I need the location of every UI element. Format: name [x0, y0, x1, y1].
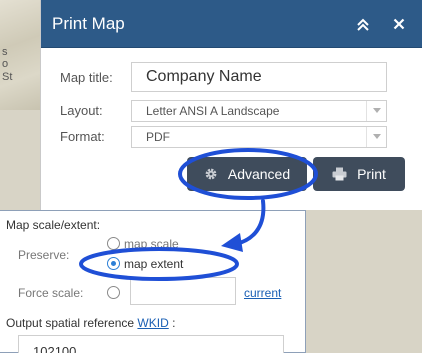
- map-scale-radio[interactable]: [107, 237, 120, 250]
- panel-header: Print Map: [41, 0, 422, 48]
- map-extent-option-label[interactable]: map extent: [124, 257, 183, 271]
- print-button[interactable]: Print: [313, 157, 405, 191]
- advanced-options-popup: Map scale/extent: Preserve: map scale ma…: [0, 210, 306, 353]
- output-sr-text: Output spatial reference: [6, 316, 135, 330]
- output-spatial-reference-label: Output spatial reference WKID :: [6, 316, 175, 330]
- wkid-input[interactable]: 102100: [18, 335, 284, 353]
- map-scale-extent-heading: Map scale/extent:: [6, 218, 101, 232]
- map-label: St: [2, 71, 13, 83]
- output-sr-colon: :: [172, 316, 176, 330]
- advanced-button-label: Advanced: [227, 166, 291, 182]
- print-button-label: Print: [357, 166, 386, 182]
- format-label: Format:: [60, 129, 105, 144]
- advanced-button[interactable]: Advanced: [187, 157, 307, 191]
- force-scale-radio[interactable]: [107, 286, 120, 299]
- map-label: s: [2, 46, 8, 58]
- printer-icon: [332, 167, 347, 181]
- print-map-panel: Print Map Map title: Layout: Letter ANSI…: [40, 0, 422, 210]
- layout-select-value: Letter ANSI A Landscape: [146, 104, 280, 118]
- close-icon[interactable]: [388, 13, 410, 35]
- map-scale-option-label[interactable]: map scale: [124, 237, 179, 251]
- map-title-input[interactable]: [131, 62, 387, 92]
- panel-title: Print Map: [52, 13, 125, 33]
- chevron-down-icon: [366, 101, 386, 121]
- force-scale-label: Force scale:: [18, 286, 84, 300]
- map-title-label: Map title:: [60, 70, 113, 85]
- format-select[interactable]: PDF: [131, 126, 387, 148]
- gear-icon: [204, 167, 218, 181]
- layout-select[interactable]: Letter ANSI A Landscape: [131, 100, 387, 122]
- preserve-label: Preserve:: [18, 248, 70, 262]
- layout-label: Layout:: [60, 103, 103, 118]
- double-chevron-up-icon[interactable]: [352, 13, 374, 35]
- current-scale-link[interactable]: current: [244, 286, 281, 300]
- map-label: o: [2, 58, 9, 70]
- wkid-link[interactable]: WKID: [137, 316, 168, 330]
- force-scale-input[interactable]: [130, 277, 236, 305]
- map-background: s o St: [0, 0, 40, 110]
- format-select-value: PDF: [146, 130, 170, 144]
- chevron-down-icon: [366, 127, 386, 147]
- map-extent-radio[interactable]: [107, 257, 120, 270]
